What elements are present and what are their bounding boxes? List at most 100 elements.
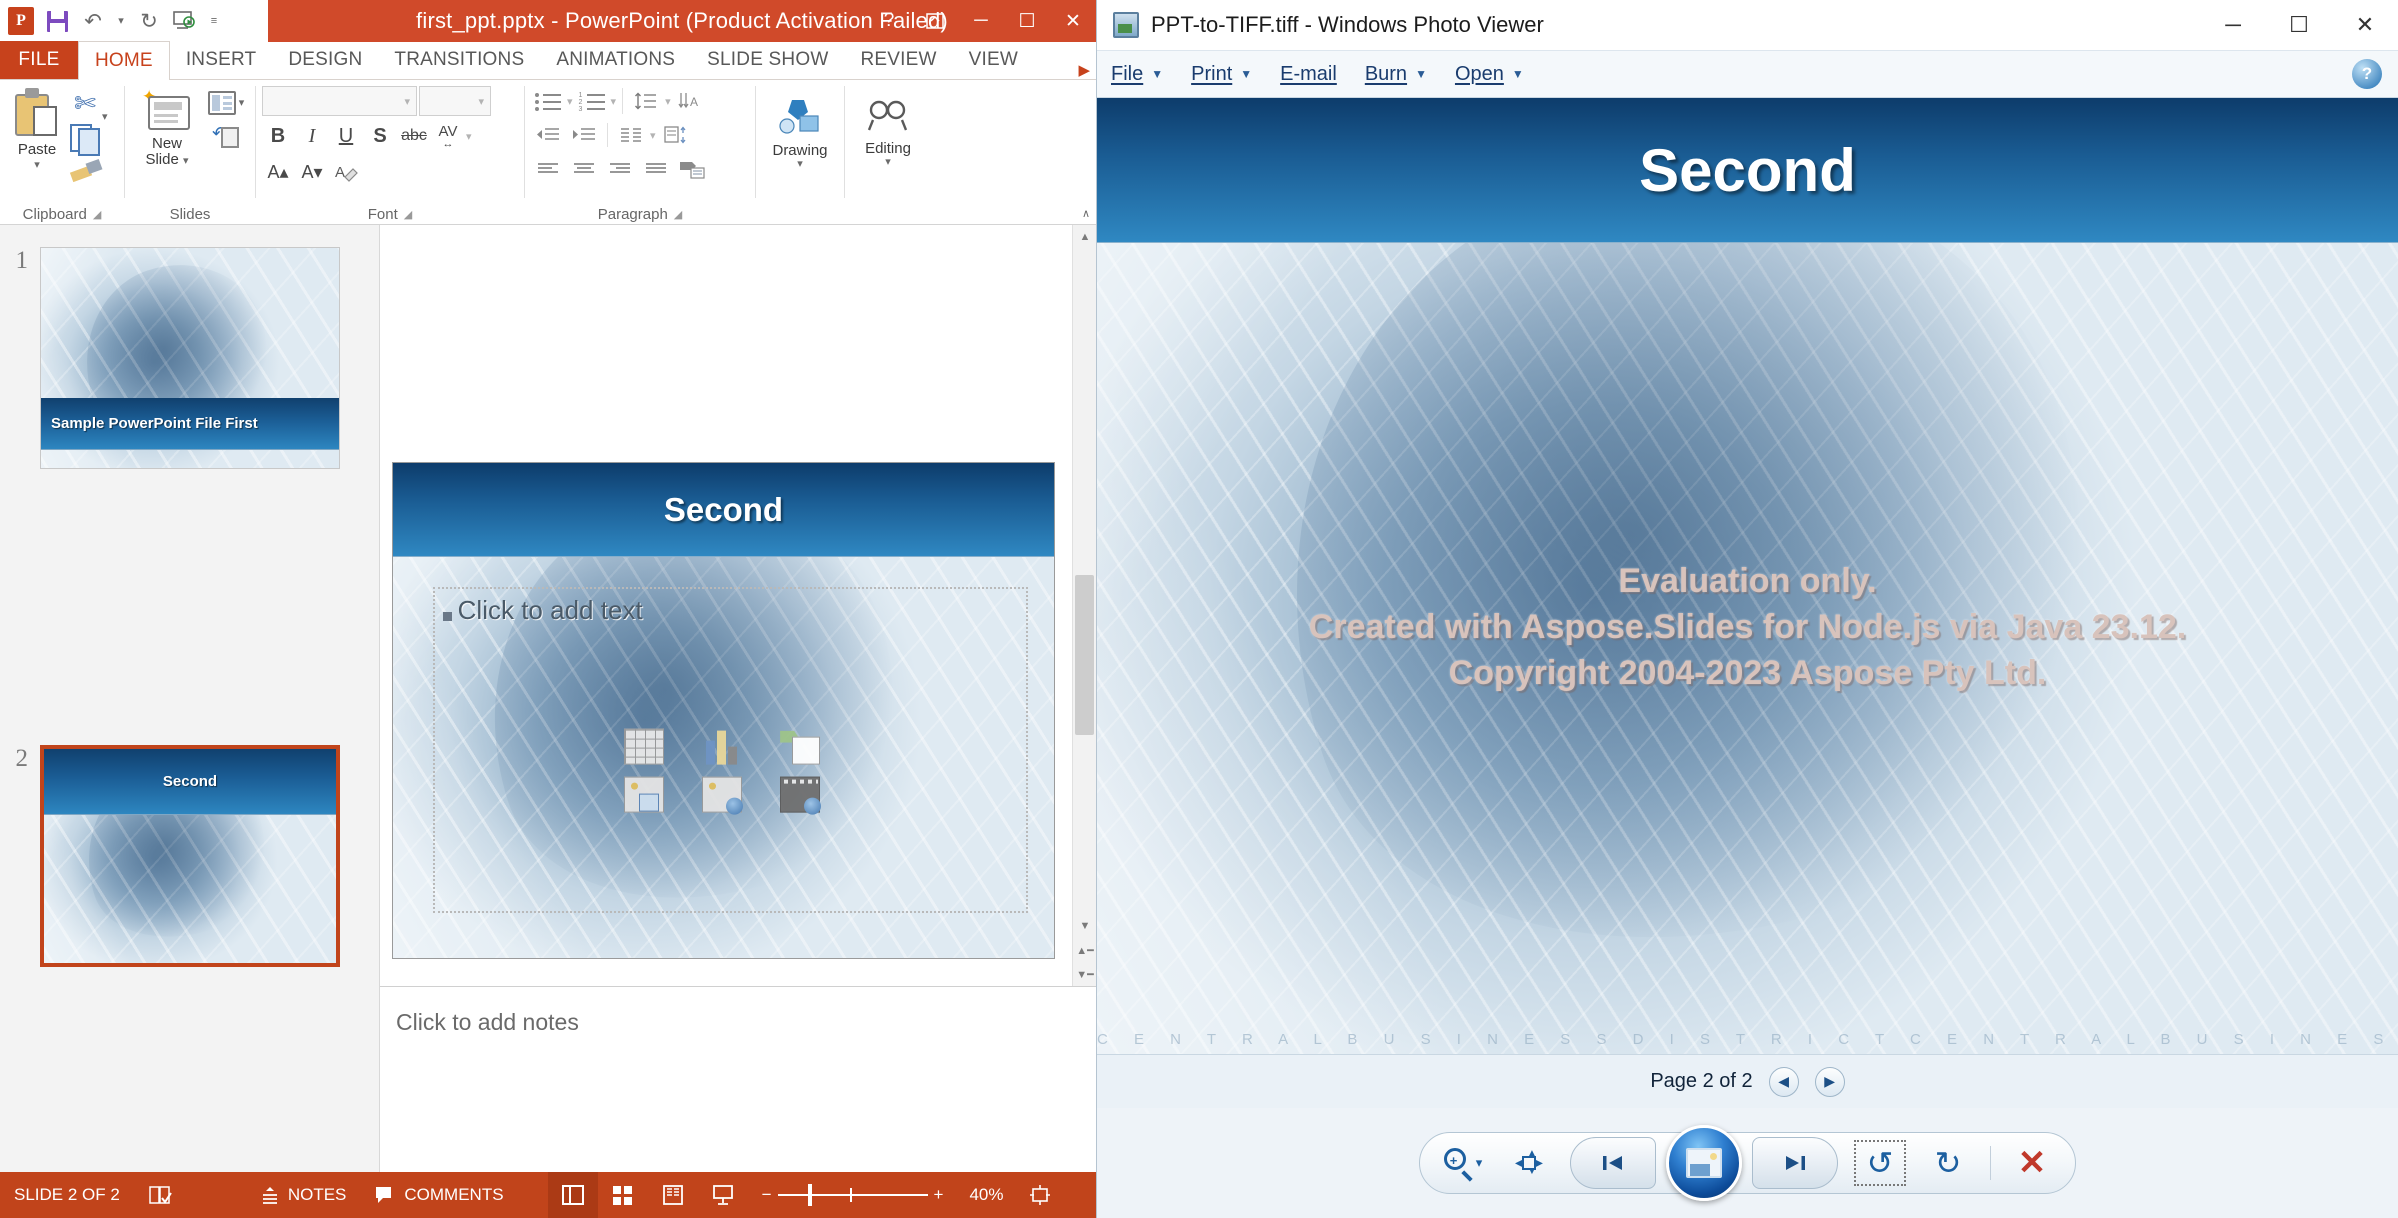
photo-viewer-minimize-button[interactable]: ─ (2200, 0, 2266, 50)
numbering-button[interactable]: 123 (575, 86, 609, 116)
reset-button[interactable]: ↶ (203, 122, 249, 152)
undo-dropdown-icon[interactable]: ▾ (112, 4, 130, 38)
insert-smartart-icon[interactable] (780, 729, 820, 765)
close-button[interactable]: ✕ (1050, 0, 1096, 42)
previous-image-button[interactable] (1570, 1137, 1656, 1189)
decrease-indent-button[interactable] (531, 120, 565, 150)
help-icon[interactable]: ? (2352, 59, 2382, 89)
rotate-counterclockwise-button[interactable]: ↺ (1854, 1140, 1906, 1186)
zoom-dropdown-icon[interactable]: ▾ (1476, 1155, 1483, 1171)
slide-thumbnail-2-box[interactable]: Second (40, 745, 340, 967)
tab-animations[interactable]: ANIMATIONS (540, 41, 691, 79)
actual-size-button[interactable]: ▲ ▼ ◀ ▶ (1504, 1140, 1554, 1186)
previous-slide-button[interactable]: ▲━ (1073, 938, 1096, 962)
editing-dropdown-icon[interactable]: ▾ (885, 157, 891, 168)
line-spacing-button[interactable] (629, 86, 663, 116)
menu-print-dropdown-icon[interactable]: ▼ (1240, 67, 1252, 81)
paragraph-dialog-launcher-icon[interactable]: ◢ (674, 208, 682, 221)
editor-vertical-scrollbar[interactable]: ▲ ▼ ▲━ ▼━ (1072, 225, 1096, 986)
text-shadow-button[interactable]: S (364, 120, 396, 152)
redo-icon[interactable]: ↻ (132, 4, 166, 38)
menu-burn-dropdown-icon[interactable]: ▼ (1415, 67, 1427, 81)
menu-print[interactable]: Print ▼ (1177, 50, 1266, 98)
bullets-button[interactable] (531, 86, 565, 116)
bold-button[interactable]: B (262, 120, 294, 152)
text-direction-button[interactable]: A (673, 86, 707, 116)
menu-open[interactable]: Open ▼ (1441, 50, 1538, 98)
insert-table-icon[interactable] (624, 729, 664, 765)
undo-icon[interactable]: ↶ (76, 4, 110, 38)
notes-button[interactable]: NOTES (246, 1172, 361, 1218)
new-slide-button[interactable]: ✦ New Slide ▾ (131, 86, 203, 170)
current-slide[interactable]: Second Click to add text (392, 462, 1055, 959)
columns-dropdown-icon[interactable]: ▾ (650, 129, 656, 142)
insert-video-icon[interactable] (780, 777, 820, 813)
view-slideshow-button[interactable] (698, 1172, 748, 1218)
save-icon[interactable] (40, 4, 74, 38)
font-name-dropdown-icon[interactable]: ▾ (404, 95, 410, 108)
maximize-button[interactable]: ☐ (1004, 0, 1050, 42)
menu-file[interactable]: File ▼ (1097, 50, 1177, 98)
numbering-dropdown-icon[interactable]: ▾ (611, 95, 617, 108)
align-right-button[interactable] (603, 154, 637, 184)
slide-thumbnail-pane[interactable]: 1 Sample PowerPoint File First 2 (0, 225, 380, 1172)
menu-burn[interactable]: Burn ▼ (1351, 50, 1441, 98)
spell-check-icon[interactable] (134, 1172, 186, 1218)
view-normal-button[interactable] (548, 1172, 598, 1218)
slide-edit-canvas[interactable]: Second Click to add text (380, 225, 1096, 986)
fit-slide-to-window-button[interactable] (1015, 1172, 1065, 1218)
start-slideshow-icon[interactable] (168, 4, 202, 38)
customize-qat-icon[interactable]: ≡ (204, 4, 224, 38)
photo-viewer-canvas[interactable]: Second Evaluation only. Created with Asp… (1097, 98, 2398, 1054)
insert-chart-icon[interactable] (702, 729, 742, 765)
font-dialog-launcher-icon[interactable]: ◢ (404, 208, 412, 221)
editing-button[interactable]: Editing ▾ (857, 96, 919, 170)
comments-button[interactable]: COMMENTS (360, 1172, 517, 1218)
cut-button[interactable]: ✄ (68, 88, 102, 118)
tab-transitions[interactable]: TRANSITIONS (378, 41, 540, 79)
slide-thumbnail-2[interactable]: 2 Second (6, 745, 340, 967)
rotate-clockwise-button[interactable]: ↻ (1922, 1140, 1974, 1186)
powerpoint-logo-icon[interactable]: P (4, 4, 38, 38)
paste-button[interactable]: Paste ▾ (6, 86, 68, 173)
drawing-dropdown-icon[interactable]: ▾ (797, 159, 803, 170)
photo-viewer-maximize-button[interactable]: ☐ (2266, 0, 2332, 50)
collapse-ribbon-icon[interactable]: ∧ (1082, 209, 1090, 220)
strikethrough-button[interactable]: abc (398, 120, 430, 152)
font-size-dropdown-icon[interactable]: ▾ (478, 95, 484, 108)
content-placeholder[interactable]: Click to add text (433, 587, 1028, 914)
clipboard-dialog-launcher-icon[interactable]: ◢ (93, 208, 101, 221)
convert-to-smartart-button[interactable] (675, 154, 709, 184)
new-slide-dropdown-icon[interactable]: ▾ (183, 155, 189, 167)
help-icon[interactable]: ? (866, 0, 912, 42)
insert-picture-icon[interactable] (624, 777, 664, 813)
clear-formatting-button[interactable]: A (330, 156, 362, 188)
scrollbar-thumb[interactable] (1075, 575, 1094, 735)
menu-email[interactable]: E-mail (1266, 50, 1351, 98)
zoom-button[interactable]: + ▾ (1438, 1140, 1488, 1186)
format-painter-button[interactable] (68, 156, 102, 186)
menu-file-dropdown-icon[interactable]: ▼ (1151, 67, 1163, 81)
tab-slide-show[interactable]: SLIDE SHOW (691, 41, 844, 79)
italic-button[interactable]: I (296, 120, 328, 152)
copy-dropdown-icon[interactable]: ▾ (102, 112, 108, 123)
align-left-button[interactable] (531, 154, 565, 184)
zoom-slider-handle[interactable] (808, 1184, 812, 1206)
underline-button[interactable]: U (330, 120, 362, 152)
justify-button[interactable] (639, 154, 673, 184)
minimize-button[interactable]: ─ (958, 0, 1004, 42)
scroll-up-arrow-icon[interactable]: ▲ (1073, 225, 1096, 249)
zoom-slider[interactable] (778, 1172, 928, 1218)
play-slideshow-button[interactable] (1666, 1125, 1742, 1201)
previous-page-button[interactable]: ◀ (1769, 1067, 1799, 1097)
next-slide-button[interactable]: ▼━ (1073, 962, 1096, 986)
layout-dropdown-icon[interactable]: ▾ (239, 98, 245, 109)
columns-button[interactable] (614, 120, 648, 150)
layout-button[interactable]: ▾ (203, 88, 249, 118)
zoom-out-button[interactable]: − (748, 1172, 778, 1218)
tab-view[interactable]: VIEW (953, 41, 1022, 79)
notes-pane[interactable]: Click to add notes (380, 986, 1096, 1172)
zoom-percentage[interactable]: 40% (957, 1172, 1015, 1218)
character-spacing-dropdown-icon[interactable]: ▾ (466, 130, 472, 143)
tab-design[interactable]: DESIGN (272, 41, 378, 79)
